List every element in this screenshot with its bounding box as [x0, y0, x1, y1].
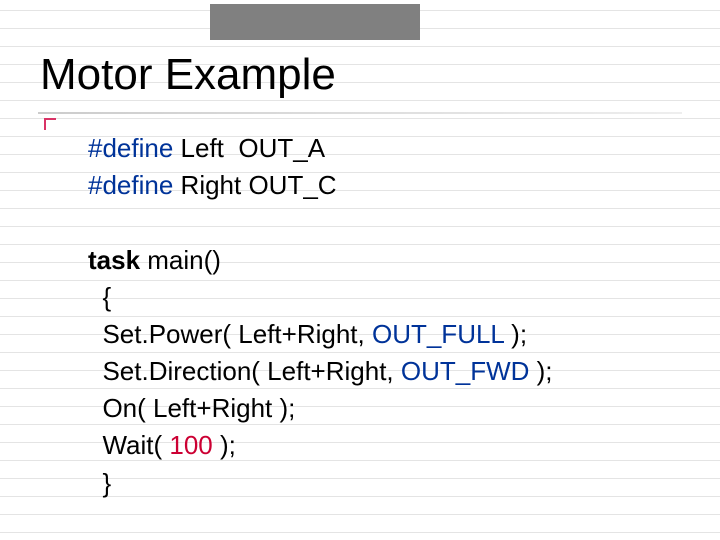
kw-const: OUT_FULL: [372, 319, 504, 349]
code-text: {: [88, 282, 111, 312]
accent-corner: [44, 118, 56, 130]
code-text: );: [213, 430, 236, 460]
kw-const: OUT_FWD: [401, 356, 530, 386]
kw-number: 100: [169, 430, 212, 460]
top-tab: [210, 4, 420, 40]
code-text: Left OUT_A: [173, 133, 325, 163]
code-text: Wait(: [88, 430, 169, 460]
kw-define: #define: [88, 170, 173, 200]
code-text: );: [504, 319, 527, 349]
code-text: On( Left+Right );: [88, 393, 295, 423]
kw-define: #define: [88, 133, 173, 163]
code-text: }: [88, 468, 111, 498]
slide-title: Motor Example: [40, 50, 336, 100]
title-underline: [38, 112, 682, 114]
code-text: Set.Direction( Left+Right,: [88, 356, 401, 386]
code-text: Right OUT_C: [173, 170, 336, 200]
kw-task: task: [88, 245, 140, 275]
slide: Motor Example #define Left OUT_A #define…: [0, 0, 720, 540]
code-block: #define Left OUT_A #define Right OUT_C t…: [88, 130, 553, 502]
code-text: );: [529, 356, 552, 386]
code-text: main(): [140, 245, 221, 275]
code-text: Set.Power( Left+Right,: [88, 319, 372, 349]
